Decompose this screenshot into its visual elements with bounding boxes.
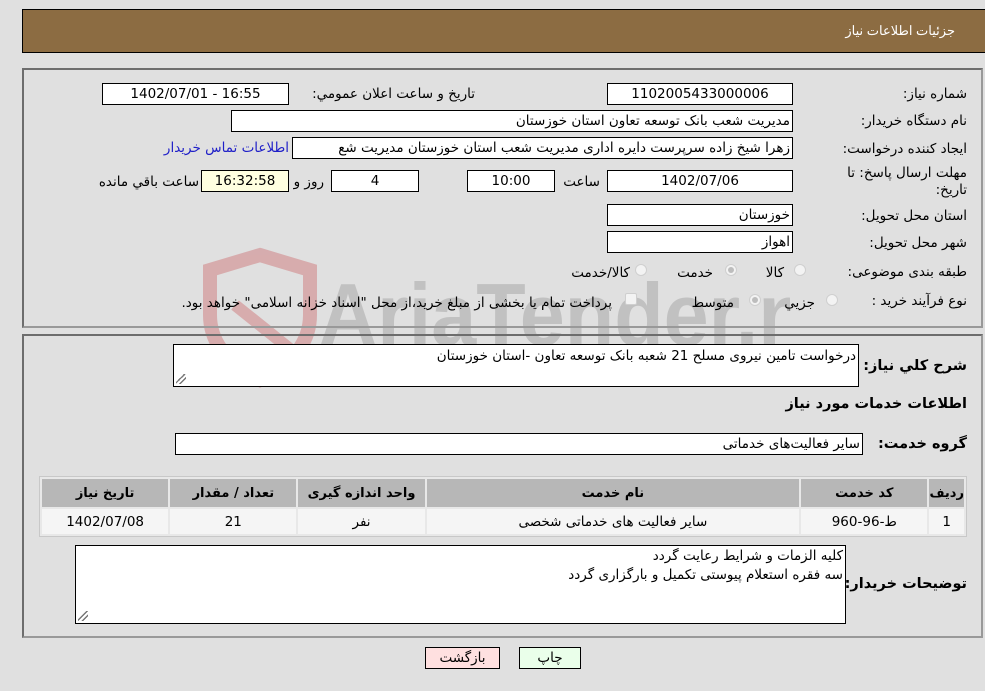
- category-option-service: خدمت: [677, 265, 713, 281]
- deadline-label: مهلت ارسال پاسخ: تا: [847, 165, 967, 181]
- deadline-time-field: 10:00: [467, 170, 555, 192]
- description-text: درخواست تامین نیروی مسلح 21 شعبه بانک تو…: [436, 348, 856, 364]
- treasury-bonds-checkbox[interactable]: [625, 293, 637, 305]
- cell-need-date: 1402/07/08: [42, 509, 169, 534]
- resize-grip-icon[interactable]: [78, 611, 88, 621]
- days-remaining-field: 4: [331, 170, 419, 192]
- cell-row-number: 1: [929, 509, 964, 534]
- description-textarea[interactable]: درخواست تامین نیروی مسلح 21 شعبه بانک تو…: [173, 344, 859, 387]
- col-unit: واحد اندازه گیری: [298, 479, 425, 507]
- category-label: طبقه بندی موضوعی:: [847, 264, 967, 280]
- description-label: شرح کلي نیاز:: [863, 358, 967, 374]
- col-need-date: تاریخ نیاز: [42, 479, 169, 507]
- requester-label: ایجاد کننده درخواست:: [842, 141, 967, 157]
- services-heading: اطلاعات خدمات مورد نیاز: [785, 396, 967, 412]
- announce-datetime-field: 1402/07/01 - 16:55: [102, 83, 289, 105]
- buyer-notes-line: سه فقره استعلام پیوستی تکمیل و بارگزاری …: [568, 567, 843, 583]
- deadline-time-label: ساعت: [563, 174, 600, 190]
- category-option-goods: کالا: [765, 265, 784, 281]
- deadline-label-line2: تاریخ:: [935, 182, 967, 198]
- service-group-field: سایر فعالیت‌های خدماتی: [175, 433, 863, 455]
- cell-service-code: ط-96-960: [801, 509, 928, 534]
- col-quantity: تعداد / مقدار: [170, 479, 297, 507]
- buyer-org-field: مدیریت شعب بانک توسعه تعاون استان خوزستا…: [231, 110, 793, 132]
- category-radio-goods-service[interactable]: [635, 264, 647, 276]
- cell-unit: نفر: [298, 509, 425, 534]
- days-label: روز و: [293, 174, 324, 190]
- announce-datetime-label: تاریخ و ساعت اعلان عمومي:: [312, 86, 475, 102]
- time-remaining-field: 16:32:58: [201, 170, 289, 192]
- buyer-contact-link[interactable]: اطلاعات تماس خریدار: [164, 140, 289, 156]
- page-header: جزئیات اطلاعات نیاز: [22, 9, 985, 53]
- purchase-type-label: نوع فرآیند خرید :: [871, 293, 967, 309]
- cell-service-name: سایر فعالیت های خدماتی شخصی: [426, 509, 800, 534]
- time-remaining-label: ساعت باقي مانده: [98, 174, 199, 190]
- col-row-number: ردیف: [929, 479, 964, 507]
- delivery-city-label: شهر محل تحویل:: [869, 235, 967, 251]
- table-header-row: ردیف کد خدمت نام خدمت واحد اندازه گیری ت…: [42, 479, 964, 507]
- buyer-notes-line: کلیه الزمات و شرایط رعایت گردد: [652, 548, 843, 564]
- table-row: 1 ط-96-960 سایر فعالیت های خدماتی شخصی ن…: [42, 509, 964, 534]
- purchase-type-option-medium: متوسط: [691, 295, 734, 311]
- need-number-label: شماره نیاز:: [902, 86, 967, 102]
- need-number-field: 1102005433000006: [607, 83, 793, 105]
- buyer-org-label: نام دستگاه خریدار:: [860, 113, 967, 129]
- cell-quantity: 21: [170, 509, 297, 534]
- print-button[interactable]: چاپ: [519, 647, 581, 669]
- need-info-panel: [22, 68, 983, 328]
- delivery-city-field: اهواز: [607, 231, 793, 253]
- purchase-type-radio-medium[interactable]: [749, 294, 761, 306]
- back-button[interactable]: بازگشت: [425, 647, 500, 669]
- buyer-notes-label: توضیحات خریدار:: [844, 576, 967, 592]
- delivery-province-label: استان محل تحویل:: [861, 208, 967, 224]
- buyer-notes-textarea[interactable]: کلیه الزمات و شرایط رعایت گردد سه فقره ا…: [75, 545, 846, 624]
- purchase-type-radio-minor[interactable]: [826, 294, 838, 306]
- col-service-name: نام خدمت: [426, 479, 800, 507]
- col-service-code: کد خدمت: [801, 479, 928, 507]
- category-option-goods-service: کالا/خدمت: [571, 265, 630, 281]
- requester-field: زهرا شیخ زاده سرپرست دایره اداری مدیریت …: [292, 137, 793, 159]
- category-radio-goods[interactable]: [794, 264, 806, 276]
- resize-grip-icon[interactable]: [176, 374, 186, 384]
- page-title: جزئیات اطلاعات نیاز: [845, 23, 955, 38]
- service-group-label: گروه خدمت:: [877, 436, 967, 452]
- category-radio-service[interactable]: [725, 264, 737, 276]
- purchase-type-option-minor: جزيي: [784, 295, 815, 311]
- deadline-date-field: 1402/07/06: [607, 170, 793, 192]
- delivery-province-field: خوزستان: [607, 204, 793, 226]
- services-table: ردیف کد خدمت نام خدمت واحد اندازه گیری ت…: [39, 476, 967, 537]
- treasury-bonds-label: پرداخت تمام یا بخشی از مبلغ خرید،از محل …: [181, 295, 612, 311]
